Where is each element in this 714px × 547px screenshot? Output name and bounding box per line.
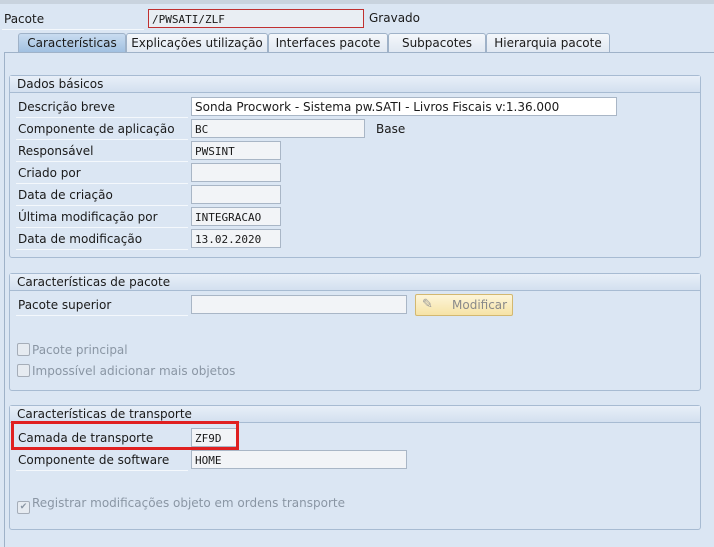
status-text: Gravado bbox=[369, 11, 420, 25]
created-by-label: Criado por bbox=[16, 163, 188, 184]
change-date-field[interactable]: 13.02.2020 bbox=[191, 229, 281, 248]
package-field[interactable]: /PWSATI/ZLF bbox=[148, 9, 364, 28]
tab-caracteristicas[interactable]: Características bbox=[18, 33, 126, 53]
checkbox-icon bbox=[17, 343, 30, 356]
record-changes-label: Registrar modificações objeto em ordens … bbox=[32, 496, 345, 510]
checkbox-icon bbox=[17, 364, 30, 377]
short-description-field[interactable]: Sonda Procwork - Sistema pw.SATI - Livro… bbox=[191, 97, 617, 116]
highlight-box bbox=[11, 421, 239, 450]
record-changes-checkbox[interactable]: ✔ Registrar modificações objeto em ordens… bbox=[17, 494, 345, 514]
tab-hierarquia[interactable]: Hierarquia pacote bbox=[486, 33, 610, 53]
created-by-field[interactable] bbox=[191, 163, 281, 182]
last-changed-by-field[interactable]: INTEGRACAO bbox=[191, 207, 281, 226]
responsible-field[interactable]: PWSINT bbox=[191, 141, 281, 160]
top-border bbox=[0, 0, 714, 4]
software-component-label: Componente de software bbox=[16, 450, 188, 471]
package-label: Pacote bbox=[2, 9, 144, 30]
short-description-label: Descrição breve bbox=[16, 97, 188, 118]
superior-package-label: Pacote superior bbox=[16, 295, 188, 316]
superior-package-field[interactable] bbox=[191, 295, 407, 314]
checkmark-icon: ✔ bbox=[17, 501, 30, 514]
creation-date-label: Data de criação bbox=[16, 185, 188, 206]
last-changed-by-label: Última modificação por bbox=[16, 207, 188, 228]
tab-subpacotes[interactable]: Subpacotes bbox=[388, 33, 486, 53]
change-date-label: Data de modificação bbox=[16, 229, 188, 250]
pencil-icon: ✎ bbox=[422, 297, 433, 312]
responsible-label: Responsável bbox=[16, 141, 188, 162]
application-component-field[interactable]: BC bbox=[191, 119, 365, 138]
group-title: Dados básicos bbox=[10, 76, 700, 93]
software-component-field[interactable]: HOME bbox=[191, 450, 407, 469]
tab-explicacoes[interactable]: Explicações utilização bbox=[126, 33, 268, 53]
creation-date-field[interactable] bbox=[191, 185, 281, 204]
main-package-label: Pacote principal bbox=[32, 343, 128, 357]
application-component-text: Base bbox=[376, 122, 406, 136]
modify-label: Modificar bbox=[452, 298, 508, 312]
application-component-label: Componente de aplicação bbox=[16, 119, 188, 140]
no-more-objects-checkbox[interactable]: Impossível adicionar mais objetos bbox=[17, 362, 235, 380]
no-more-objects-label: Impossível adicionar mais objetos bbox=[32, 364, 236, 378]
main-package-checkbox[interactable]: Pacote principal bbox=[17, 341, 128, 359]
group-title: Características de pacote bbox=[10, 274, 700, 291]
modify-button[interactable]: ✎ Modificar bbox=[415, 294, 513, 316]
tab-interfaces[interactable]: Interfaces pacote bbox=[268, 33, 388, 53]
